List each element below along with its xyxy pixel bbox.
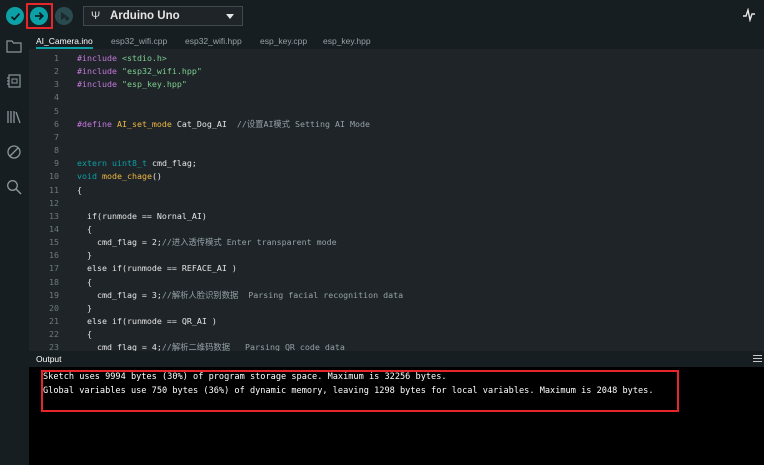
- line-number: 4: [54, 92, 59, 103]
- code-line: 19 cmd_flag = 3;//解析人脸识别数据 Parsing facia…: [29, 289, 764, 302]
- line-number: 17: [49, 263, 59, 274]
- code-text: {: [77, 223, 92, 234]
- folder-icon[interactable]: [6, 38, 22, 54]
- debug-icon[interactable]: [6, 144, 22, 160]
- code-text: else if(runmode == QR_AI ): [77, 316, 217, 326]
- line-number: 13: [49, 210, 59, 221]
- code-text: cmd_flag = 4;//解析二维码数据 Parsing QR code d…: [77, 342, 345, 351]
- line-number: 11: [49, 184, 59, 195]
- code-text: cmd_flag = 2;//进入透传模式 Enter transparent …: [77, 237, 337, 248]
- line-number: 6: [54, 118, 59, 129]
- code-text: #include "esp_key.hpp": [77, 79, 187, 90]
- code-line: 15 cmd_flag = 2;//进入透传模式 Enter transpare…: [29, 236, 764, 249]
- line-number: 15: [49, 237, 59, 248]
- code-text: #include "esp32_wifi.hpp": [77, 66, 202, 77]
- code-line: 1 #include <stdio.h>: [29, 52, 764, 65]
- code-line: 22 {: [29, 328, 764, 341]
- code-line: 14 {: [29, 223, 764, 236]
- code-line: 13 if(runmode == Nornal_AI): [29, 210, 764, 223]
- code-text: cmd_flag = 3;//解析人脸识别数据 Parsing facial r…: [77, 289, 404, 300]
- line-number: 16: [49, 250, 59, 261]
- library-icon[interactable]: [6, 109, 22, 125]
- line-number: 18: [49, 276, 59, 287]
- code-text: extern uint8_t cmd_flag;: [77, 158, 197, 169]
- line-number: 23: [49, 342, 59, 351]
- board-name: Arduino Uno: [110, 10, 180, 22]
- debug-icon: [61, 12, 69, 21]
- code-text: #include <stdio.h>: [77, 53, 167, 63]
- code-line: 5: [29, 105, 764, 118]
- code-line: 6 #define AI_set_mode Cat_Dog_AI //设置AI模式…: [29, 118, 764, 131]
- tab-esp32-wifi-cpp[interactable]: esp32_wifi.cpp: [111, 33, 167, 49]
- code-line: 3 #include "esp_key.hpp": [29, 78, 764, 91]
- serial-plotter-icon[interactable]: [742, 8, 756, 22]
- line-number: 20: [49, 302, 59, 313]
- code-text: #define AI_set_mode Cat_Dog_AI //设置AI模式 …: [77, 118, 370, 129]
- tab-ai-camera-ino[interactable]: AI_Camera.ino: [36, 33, 93, 49]
- code-line: 10 void mode_chage(): [29, 170, 764, 183]
- code-line: 23 cmd_flag = 4;//解析二维码数据 Parsing QR cod…: [29, 341, 764, 351]
- code-line: 4: [29, 91, 764, 104]
- output-header: Output: [29, 351, 764, 367]
- code-text: {: [77, 329, 92, 340]
- output-panel: Sketch uses 9994 bytes (30%) of program …: [29, 367, 764, 465]
- code-editor[interactable]: 1 #include <stdio.h> 2 #include "esp32_wifi…: [29, 49, 764, 351]
- code-line: 7: [29, 131, 764, 144]
- checkmark-icon: [10, 12, 20, 21]
- code-text: if(runmode == Nornal_AI): [77, 210, 207, 221]
- code-line: 11 {: [29, 184, 764, 197]
- tab-esp32-wifi-hpp[interactable]: esp32_wifi.hpp: [185, 33, 242, 49]
- code-line: 8: [29, 144, 764, 157]
- line-number: 7: [54, 131, 59, 142]
- debug-button[interactable]: [55, 7, 73, 25]
- code-text: {: [77, 276, 92, 287]
- code-line: 12: [29, 197, 764, 210]
- line-number: 21: [49, 316, 59, 326]
- tab-esp-key-hpp[interactable]: esp_key.hpp: [323, 33, 371, 49]
- output-title: Output: [36, 354, 62, 364]
- line-number: 2: [54, 66, 59, 77]
- code-line: 9 extern uint8_t cmd_flag;: [29, 157, 764, 170]
- menu-icon[interactable]: [753, 355, 762, 364]
- verify-button[interactable]: [6, 7, 24, 25]
- upload-highlight-box: [26, 3, 53, 29]
- line-number: 3: [54, 79, 59, 90]
- code-line: 17 else if(runmode == REFACE_AI ): [29, 262, 764, 275]
- usb-icon: Ψ: [91, 10, 101, 22]
- line-number: 14: [49, 223, 59, 234]
- code-line: 18 {: [29, 276, 764, 289]
- line-number: 1: [54, 53, 59, 63]
- search-icon[interactable]: [6, 179, 22, 195]
- toolbar: Ψ Arduino Uno: [0, 0, 764, 33]
- board-selector[interactable]: Ψ Arduino Uno: [83, 6, 243, 26]
- code-line: 16 }: [29, 249, 764, 262]
- file-tabs: AI_Camera.ino esp32_wifi.cpp esp32_wifi.…: [29, 33, 764, 49]
- boards-manager-icon[interactable]: [6, 73, 22, 89]
- chevron-down-icon: [226, 14, 234, 19]
- code-text: }: [77, 302, 92, 313]
- sidebar: [0, 33, 29, 465]
- line-number: 12: [49, 197, 59, 208]
- code-line: 2 #include "esp32_wifi.hpp": [29, 65, 764, 78]
- tab-esp-key-cpp[interactable]: esp_key.cpp: [260, 33, 307, 49]
- code-text: }: [77, 250, 92, 261]
- line-number: 10: [49, 171, 59, 182]
- code-text: void mode_chage(): [77, 171, 162, 182]
- code-text: else if(runmode == REFACE_AI ): [77, 263, 237, 274]
- output-highlight-box: [41, 370, 679, 412]
- code-text: {: [77, 184, 82, 195]
- code-line: 21 else if(runmode == QR_AI ): [29, 315, 764, 328]
- line-number: 19: [49, 289, 59, 300]
- line-number: 22: [49, 329, 59, 340]
- line-number: 5: [54, 105, 59, 116]
- line-number: 9: [54, 158, 59, 169]
- code-line: 20 }: [29, 302, 764, 315]
- line-number: 8: [54, 145, 59, 156]
